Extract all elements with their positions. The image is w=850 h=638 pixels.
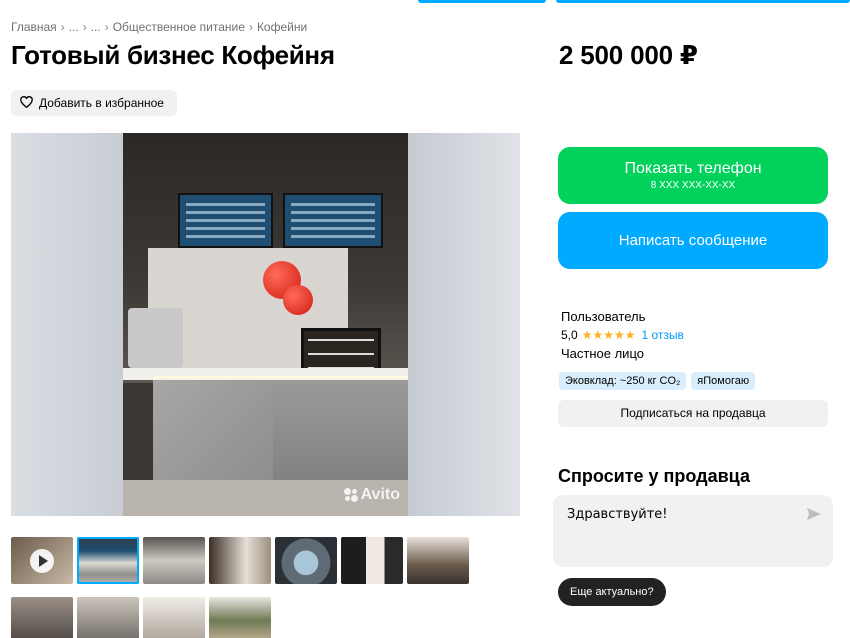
send-arrow-icon[interactable]	[807, 507, 821, 520]
seller-name[interactable]: Пользователь	[561, 309, 645, 324]
breadcrumb-item-catering[interactable]: Общественное питание	[113, 20, 245, 34]
show-phone-button[interactable]: Показать телефон 8 XXX XXX-XX-XX	[558, 147, 828, 204]
rating-value: 5,0	[561, 328, 578, 342]
seller-type: Частное лицо	[561, 346, 644, 361]
breadcrumb-item-coffee-shops[interactable]: Кофейни	[257, 20, 307, 34]
breadcrumb-separator: ›	[82, 20, 87, 34]
rating-stars-icon: ★★★★★	[581, 328, 636, 342]
heart-outline-icon	[20, 95, 33, 111]
avito-logo-icon	[343, 488, 358, 502]
photo-blur-right	[408, 133, 520, 516]
masked-phone-number: 8 XXX XXX-XX-XX	[650, 180, 736, 191]
breadcrumb-separator: ›	[104, 20, 109, 34]
seller-badges: Эковклад: ~250 кг CO₂ яПомогаю	[559, 372, 756, 390]
thumbnail-photo[interactable]	[407, 537, 469, 584]
seller-rating: 5,0 ★★★★★ 1 отзыв	[561, 328, 684, 342]
breadcrumb-item-collapsed[interactable]: ...	[69, 20, 79, 34]
thumbnail-photo[interactable]	[275, 537, 337, 584]
listing-title: Готовый бизнес Кофейня	[11, 40, 335, 70]
breadcrumb-item-home[interactable]: Главная	[11, 20, 57, 34]
menu-board-image	[283, 193, 383, 248]
thumbnail-photo[interactable]	[143, 537, 205, 584]
balloon-image	[283, 285, 313, 315]
ya-pomogayu-badge[interactable]: яПомогаю	[691, 372, 756, 390]
message-input[interactable]: Здравствуйте!	[553, 495, 833, 567]
reviews-link[interactable]: 1 отзыв	[641, 328, 683, 342]
menu-board-image	[178, 193, 273, 248]
write-message-button[interactable]: Написать сообщение	[558, 212, 828, 269]
counter-image	[153, 380, 408, 480]
message-text: Здравствуйте!	[567, 507, 668, 522]
add-to-favorites-button[interactable]: Добавить в избранное	[11, 90, 177, 116]
breadcrumb-item-collapsed[interactable]: ...	[91, 20, 101, 34]
thumbnail-photo[interactable]	[341, 537, 403, 584]
breadcrumb-separator: ›	[60, 20, 65, 34]
thumbnail-photo[interactable]	[77, 597, 139, 638]
thumbnail-photo[interactable]	[209, 537, 271, 584]
top-accent-bar	[0, 0, 850, 3]
thumbnail-photo[interactable]	[209, 597, 271, 638]
listing-price: 2 500 000 ₽	[559, 40, 698, 70]
thumbnail-photo[interactable]	[143, 597, 205, 638]
header-search-edge	[418, 0, 546, 3]
photo-blur-left	[11, 133, 123, 516]
coffee-machine-image	[128, 308, 183, 368]
still-relevant-quick-reply[interactable]: Еще актуально?	[558, 578, 666, 606]
thumbnail-video[interactable]	[11, 537, 73, 584]
show-phone-label: Показать телефон	[624, 160, 762, 177]
thumbnail-photo[interactable]	[77, 537, 139, 584]
favorites-label: Добавить в избранное	[39, 96, 164, 110]
ask-seller-title: Спросите у продавца	[558, 466, 750, 486]
breadcrumb: Главная › ... › ... › Общественное питан…	[11, 20, 307, 34]
coffee-shop-image	[123, 133, 408, 516]
breadcrumb-separator: ›	[248, 20, 253, 34]
play-icon	[30, 548, 54, 573]
subscribe-seller-button[interactable]: Подписаться на продавца	[558, 400, 828, 427]
main-photo[interactable]: Avito	[11, 133, 520, 516]
header-button-edge	[556, 0, 850, 3]
thumbnail-photo[interactable]	[11, 597, 73, 638]
avito-watermark: Avito	[343, 486, 400, 504]
watermark-text: Avito	[360, 486, 400, 503]
eco-contribution-badge[interactable]: Эковклад: ~250 кг CO₂	[559, 372, 687, 390]
